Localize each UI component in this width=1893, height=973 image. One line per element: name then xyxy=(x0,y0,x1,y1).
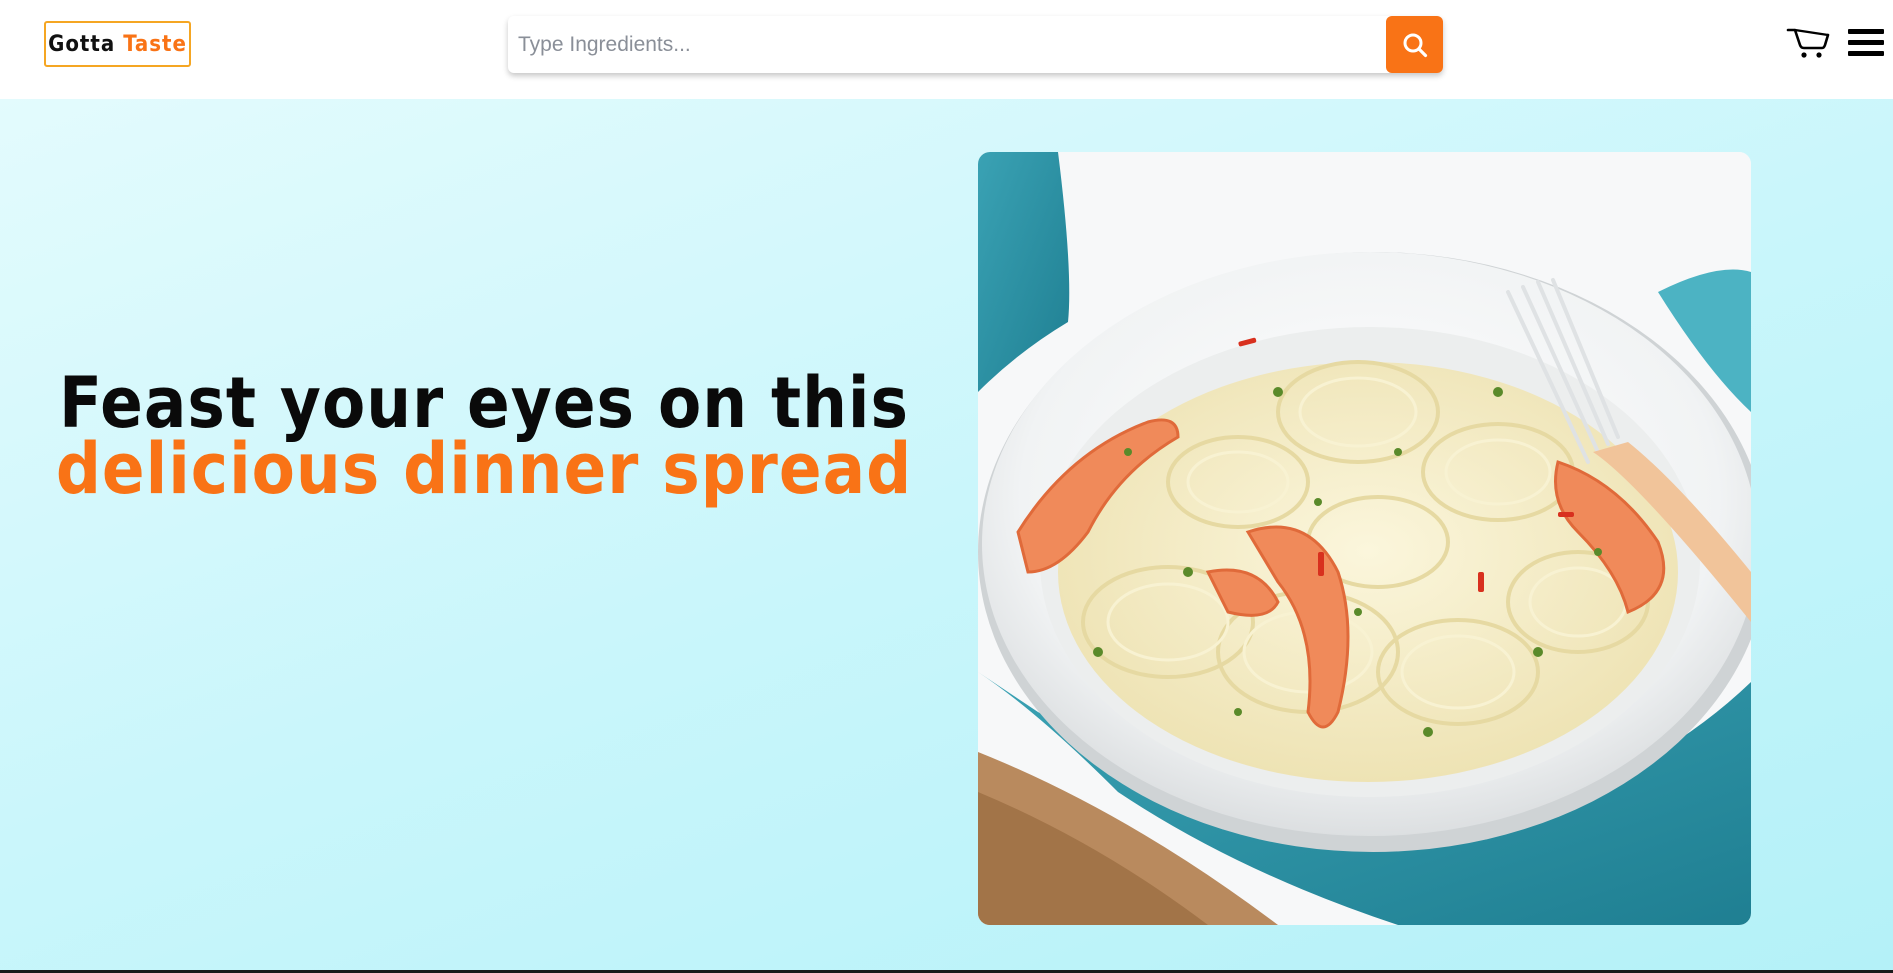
search-button[interactable] xyxy=(1386,16,1443,73)
search-bar xyxy=(508,16,1443,73)
hero-headline-line1: Feast your eyes on this xyxy=(58,362,909,444)
hero-headline-line2: delicious dinner spread xyxy=(55,428,913,510)
top-navbar: Gotta Taste xyxy=(0,0,1893,99)
hamburger-menu-icon[interactable] xyxy=(1848,29,1884,57)
cart-icon[interactable] xyxy=(1786,27,1830,61)
logo-word-gotta: Gotta xyxy=(48,31,116,57)
brand-logo[interactable]: Gotta Taste xyxy=(44,21,191,67)
hero-food-image xyxy=(978,152,1751,925)
hero-headline: Feast your eyes on this delicious dinner… xyxy=(0,362,968,510)
search-icon xyxy=(1403,33,1427,57)
ingredient-search-input[interactable] xyxy=(508,16,1384,73)
logo-word-taste: Taste xyxy=(123,31,187,57)
